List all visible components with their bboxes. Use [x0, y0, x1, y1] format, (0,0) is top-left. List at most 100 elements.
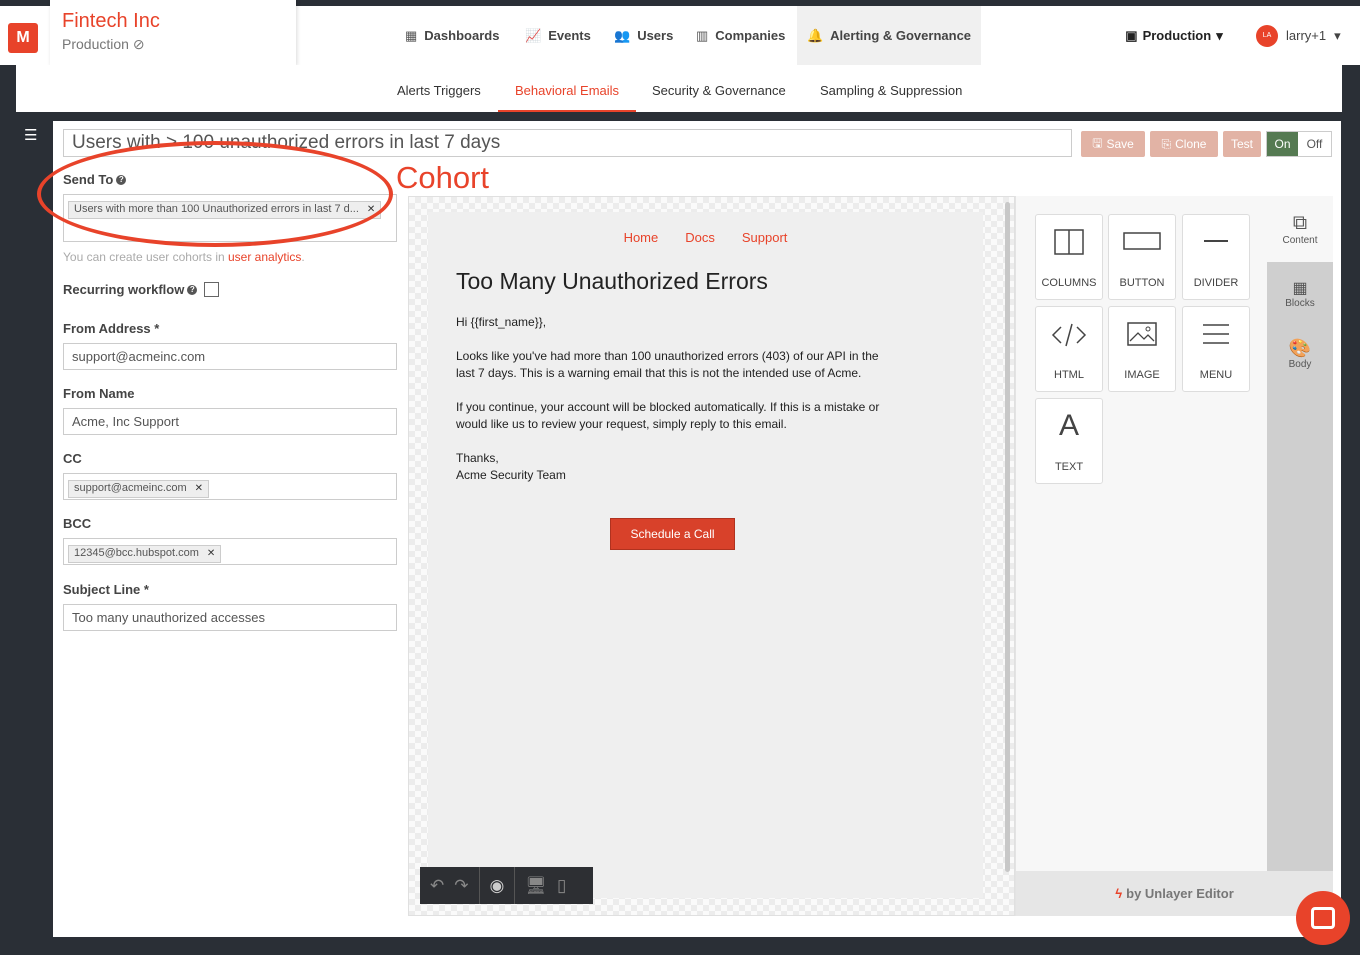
- mobile-icon[interactable]: ▯: [557, 876, 566, 896]
- nav-events[interactable]: 📈 Events: [525, 6, 591, 65]
- nav-users[interactable]: 👥 Users: [614, 6, 673, 65]
- from-name-input[interactable]: Acme, Inc Support: [63, 408, 397, 435]
- menu-block[interactable]: MENU: [1182, 306, 1250, 392]
- subject-line-input[interactable]: Too many unauthorized accesses: [63, 604, 397, 631]
- building-icon: ▥: [696, 27, 709, 43]
- html-block[interactable]: HTML: [1035, 306, 1103, 392]
- tab-behavioral-emails[interactable]: Behavioral Emails: [498, 65, 637, 112]
- annotation-label: Cohort: [396, 160, 490, 195]
- remove-icon[interactable]: ✕: [207, 541, 215, 566]
- email-heading[interactable]: Too Many Unauthorized Errors: [456, 268, 768, 295]
- button-block[interactable]: BUTTON: [1108, 214, 1176, 300]
- redo-icon[interactable]: ↷: [454, 876, 468, 896]
- recurring-checkbox[interactable]: [204, 282, 220, 297]
- app-logo[interactable]: M: [8, 23, 38, 53]
- bcc-chip: 12345@bcc.hubspot.com ✕: [68, 544, 222, 563]
- sub-navbar: Alerts Triggers Behavioral Emails Securi…: [16, 65, 1342, 112]
- shapes-icon: ⧉: [1292, 212, 1308, 234]
- canvas-scrollbar[interactable]: [1005, 202, 1010, 872]
- check-circle-icon: ⊘: [132, 36, 145, 52]
- bcc-label: BCC: [63, 516, 92, 531]
- menu-icon[interactable]: ☰: [24, 126, 37, 144]
- email-paragraph: If you continue, your account will be bl…: [456, 400, 880, 431]
- chat-widget-button[interactable]: [1296, 891, 1350, 945]
- blocks-grid-icon: ▦: [1292, 280, 1308, 297]
- unlayer-branding[interactable]: ϟ by Unlayer Editor: [1016, 871, 1333, 916]
- recurring-workflow-label: Recurring workflow?: [63, 282, 220, 297]
- toggle-on[interactable]: On: [1267, 132, 1298, 156]
- help-icon: ?: [187, 284, 198, 295]
- nav-companies[interactable]: ▥ Companies: [696, 6, 785, 65]
- copy-icon: ⎘: [1161, 136, 1172, 151]
- image-icon: [1109, 321, 1175, 347]
- bcc-field[interactable]: 12345@bcc.hubspot.com ✕: [63, 538, 397, 565]
- environment-selector[interactable]: ▣ Production ▾: [1106, 6, 1242, 65]
- tab-content[interactable]: ⧉ Content: [1267, 196, 1333, 262]
- tab-security-governance[interactable]: Security & Governance: [652, 65, 786, 112]
- email-link-support[interactable]: Support: [742, 230, 788, 245]
- subject-line-label: Subject Line *: [63, 582, 149, 597]
- divider-icon: [1183, 229, 1249, 253]
- email-canvas[interactable]: Home Docs Support Too Many Unauthorized …: [408, 196, 1015, 916]
- org-name: Fintech Inc: [62, 10, 160, 32]
- test-button[interactable]: Test: [1223, 131, 1261, 157]
- email-body[interactable]: Hi {{first_name}}, Looks like you've had…: [456, 314, 896, 484]
- email-signature: Acme Security Team: [456, 468, 566, 482]
- code-icon: [1036, 321, 1102, 349]
- palette-icon: 🎨: [1288, 338, 1312, 358]
- caret-down-icon: ▾: [1216, 27, 1223, 43]
- text-block[interactable]: A TEXT: [1035, 398, 1103, 484]
- dashboard-icon: ▣: [1125, 27, 1138, 43]
- org-switcher[interactable]: Fintech Inc Production ⊘: [50, 0, 296, 65]
- tab-sampling-suppression[interactable]: Sampling & Suppression: [820, 65, 962, 112]
- text-icon: A: [1058, 409, 1079, 442]
- clone-button[interactable]: ⎘ Clone: [1150, 131, 1218, 157]
- cc-field[interactable]: support@acmeinc.com ✕: [63, 473, 397, 500]
- tab-alerts-triggers[interactable]: Alerts Triggers: [397, 65, 481, 112]
- chat-icon: [1311, 907, 1335, 929]
- tab-body[interactable]: 🎨 Body: [1267, 338, 1333, 370]
- cc-chip: support@acmeinc.com ✕: [68, 479, 210, 498]
- columns-icon: [1036, 229, 1102, 255]
- save-icon: 🖫: [1092, 135, 1103, 150]
- editor-toolbar: ↶ ↷ ◉ 🖥 ▯: [420, 867, 593, 904]
- email-greeting: Hi {{first_name}},: [456, 315, 547, 329]
- bell-icon: 🔔: [806, 27, 824, 43]
- email-link-home[interactable]: Home: [624, 230, 659, 245]
- nav-alerting[interactable]: 🔔 Alerting & Governance: [797, 6, 981, 65]
- editor-side-tabs: ⧉ Content ▦ Blocks 🎨 Body: [1267, 196, 1333, 871]
- nav-dashboards[interactable]: ▦ Dashboards: [405, 6, 499, 65]
- tab-blocks[interactable]: ▦ Blocks: [1267, 278, 1333, 309]
- from-address-label: From Address *: [63, 321, 160, 336]
- email-paragraph: Looks like you've had more than 100 unau…: [456, 349, 879, 380]
- save-button[interactable]: 🖫 Save: [1081, 131, 1145, 157]
- schedule-call-button[interactable]: Schedule a Call: [610, 518, 735, 550]
- grid-icon: ▦: [405, 27, 418, 43]
- toggle-off[interactable]: Off: [1298, 132, 1331, 156]
- annotation-oval: [37, 141, 393, 247]
- avatar: LA: [1256, 24, 1278, 47]
- cohort-hint: You can create user cohorts in user anal…: [63, 250, 305, 264]
- from-address-input[interactable]: support@acmeinc.com: [63, 343, 397, 370]
- email-preview[interactable]: Home Docs Support Too Many Unauthorized …: [428, 212, 983, 898]
- user-analytics-link[interactable]: user analytics: [228, 250, 301, 264]
- email-link-docs[interactable]: Docs: [685, 230, 715, 245]
- enable-toggle[interactable]: On Off: [1266, 131, 1332, 157]
- email-signoff: Thanks,: [456, 451, 499, 465]
- cc-label: CC: [63, 451, 82, 466]
- columns-block[interactable]: COLUMNS: [1035, 214, 1103, 300]
- menu-icon: [1183, 321, 1249, 347]
- users-icon: 👥: [614, 27, 631, 43]
- remove-icon[interactable]: ✕: [195, 476, 203, 501]
- desktop-icon[interactable]: 🖥: [525, 876, 547, 896]
- preview-eye-icon[interactable]: ◉: [490, 876, 505, 896]
- undo-icon[interactable]: ↶: [430, 876, 444, 896]
- bar-chart-icon: 📈: [525, 27, 542, 43]
- image-block[interactable]: IMAGE: [1108, 306, 1176, 392]
- button-icon: [1109, 229, 1175, 253]
- email-menu: Home Docs Support: [428, 230, 983, 245]
- content-tools-panel: COLUMNS BUTTON DIVIDER HTML IMAGE MENU A…: [1015, 196, 1333, 916]
- divider-block[interactable]: DIVIDER: [1182, 214, 1250, 300]
- user-menu[interactable]: LA larry+1 ▾: [1246, 6, 1360, 65]
- from-name-label: From Name: [63, 386, 135, 401]
